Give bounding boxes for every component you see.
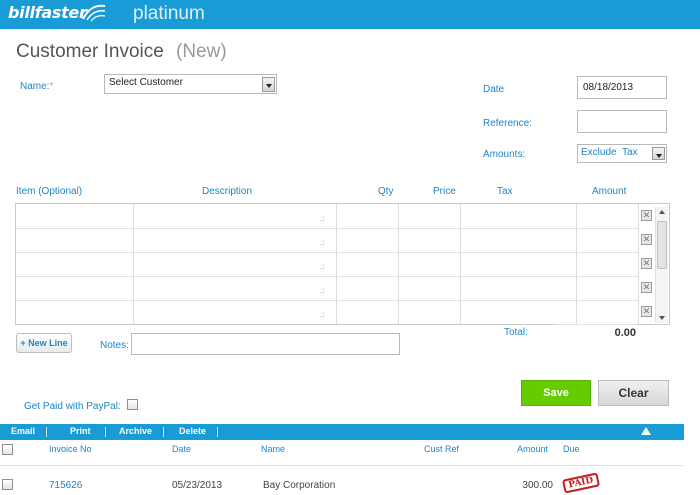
col-header-description: Description bbox=[202, 186, 253, 197]
list-header-due[interactable]: Due bbox=[563, 444, 580, 454]
delete-row-icon[interactable]: ✕ bbox=[641, 258, 652, 269]
scroll-thumb[interactable] bbox=[657, 221, 667, 269]
list-header-date[interactable]: Date bbox=[172, 444, 191, 454]
grid-scrollbar[interactable] bbox=[655, 207, 668, 323]
invoice-customer-name: Bay Corporation bbox=[263, 480, 336, 491]
clear-button[interactable]: Clear bbox=[598, 380, 669, 406]
invoice-date: 05/23/2013 bbox=[172, 480, 223, 491]
paypal-checkbox[interactable] bbox=[127, 399, 138, 410]
print-button[interactable]: Print bbox=[70, 426, 91, 436]
amounts-select[interactable]: Exclude Tax bbox=[577, 144, 667, 163]
resize-grip-icon[interactable]: .: bbox=[320, 214, 330, 224]
total-label: Total: bbox=[504, 327, 528, 338]
row-checkbox[interactable] bbox=[2, 479, 13, 490]
logo-swoosh-icon bbox=[82, 4, 106, 22]
invoice-no-link[interactable]: 715626 bbox=[49, 480, 82, 491]
col-header-tax: Tax bbox=[497, 186, 513, 197]
save-button[interactable]: Save bbox=[521, 380, 591, 406]
app-logo[interactable]: billfaster bbox=[8, 3, 87, 22]
new-line-button[interactable]: + New Line bbox=[16, 333, 72, 353]
delete-row-icon[interactable]: ✕ bbox=[641, 234, 652, 245]
chevron-down-icon[interactable] bbox=[262, 77, 275, 92]
name-label: Name:* bbox=[20, 81, 54, 92]
notes-input[interactable] bbox=[131, 333, 400, 355]
page-status: (New) bbox=[176, 41, 227, 62]
delete-row-icon[interactable]: ✕ bbox=[641, 282, 652, 293]
edition-label: platinum bbox=[133, 3, 205, 24]
notes-label: Notes: bbox=[100, 340, 129, 351]
collapse-up-icon[interactable] bbox=[641, 427, 651, 435]
top-bar: billfaster platinum bbox=[0, 0, 700, 29]
col-header-price: Price bbox=[433, 186, 456, 197]
list-divider bbox=[0, 465, 684, 466]
date-label: Date bbox=[483, 84, 505, 95]
resize-grip-icon[interactable]: .: bbox=[320, 238, 330, 248]
invoice-list-toolbar: Email Print Archive Delete bbox=[0, 424, 684, 440]
list-header-name[interactable]: Name bbox=[261, 444, 285, 454]
customer-select-value: Select Customer bbox=[109, 77, 183, 88]
list-header-amount[interactable]: Amount bbox=[517, 444, 548, 454]
line-items-grid: .: .: .: .: .: ✕ ✕ ✕ ✕ ✕ bbox=[15, 203, 670, 325]
col-header-amount: Amount bbox=[592, 186, 627, 197]
col-header-qty: Qty bbox=[378, 186, 394, 197]
email-button[interactable]: Email bbox=[11, 426, 35, 436]
col-header-item: Item (Optional) bbox=[16, 186, 83, 197]
resize-grip-icon[interactable]: .: bbox=[320, 262, 330, 272]
select-all-checkbox[interactable] bbox=[2, 444, 13, 455]
delete-row-icon[interactable]: ✕ bbox=[641, 306, 652, 317]
customer-select[interactable]: Select Customer bbox=[104, 74, 277, 94]
amounts-label: Amounts: bbox=[483, 149, 526, 160]
page-title: Customer Invoice bbox=[16, 41, 164, 62]
reference-input[interactable] bbox=[577, 110, 667, 133]
resize-grip-icon[interactable]: .: bbox=[320, 310, 330, 320]
total-divider bbox=[555, 324, 637, 325]
list-header-cust-ref[interactable]: Cust Ref bbox=[424, 444, 459, 454]
amounts-select-value: Exclude Tax bbox=[581, 147, 638, 158]
paypal-label: Get Paid with PayPal: bbox=[24, 401, 121, 412]
delete-button[interactable]: Delete bbox=[179, 426, 206, 436]
paid-stamp: PAID bbox=[561, 472, 601, 494]
date-input[interactable]: 08/18/2013 bbox=[577, 76, 667, 99]
reference-label: Reference: bbox=[483, 118, 532, 129]
archive-button[interactable]: Archive bbox=[119, 426, 152, 436]
total-value: 0.00 bbox=[614, 327, 636, 339]
required-mark: * bbox=[49, 81, 54, 92]
scroll-up-icon[interactable] bbox=[659, 210, 665, 214]
list-header-invoice-no[interactable]: Invoice No bbox=[49, 444, 92, 454]
invoice-amount: 300.00 bbox=[522, 480, 553, 491]
chevron-down-icon[interactable] bbox=[652, 147, 665, 160]
delete-row-icon[interactable]: ✕ bbox=[641, 210, 652, 221]
scroll-down-icon[interactable] bbox=[659, 316, 665, 320]
resize-grip-icon[interactable]: .: bbox=[320, 286, 330, 296]
